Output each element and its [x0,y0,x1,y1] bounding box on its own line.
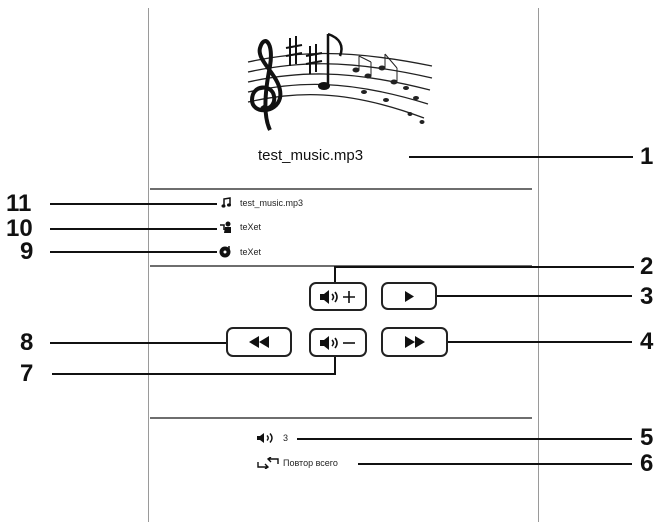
info-album: teXet [240,247,262,257]
callout-line-3 [437,295,632,297]
callout-7: 7 [20,360,34,387]
fast-forward-button[interactable] [381,327,448,357]
callout-line-6 [358,463,632,465]
volume-down-icon [320,335,355,350]
music-notes-artwork [247,32,433,131]
callout-line-4 [448,341,632,343]
volume-up-button[interactable] [309,282,367,311]
callout-line-1 [409,156,633,158]
repeat-mode: Повтор всего [283,458,338,468]
info-artist: teXet [240,222,262,232]
callout-line-7b [52,373,336,375]
volume-down-button[interactable] [309,328,367,357]
info-file-name: test_music.mp3 [240,198,304,208]
callout-line-8 [50,342,226,344]
album-disc-icon [219,246,231,258]
divider-bottom [150,417,532,419]
callout-line-2b [334,266,634,268]
track-title: test_music.mp3 [258,147,364,164]
callout-line-5 [297,438,632,440]
callout-3: 3 [640,283,654,310]
callout-line-2a [334,267,336,282]
volume-icon [257,433,273,443]
callout-11: 11 [6,190,32,217]
callout-line-9 [50,251,217,253]
divider-top [150,188,532,190]
callout-9: 9 [20,238,34,265]
rewind-button[interactable] [226,327,292,357]
volume-up-icon [320,289,355,304]
callout-8: 8 [20,329,34,356]
rewind-icon [249,336,269,348]
volume-level: 3 [283,433,289,443]
play-icon [405,290,414,302]
artist-icon [220,221,231,233]
callout-4: 4 [640,328,654,355]
callout-2: 2 [640,253,654,280]
callout-line-7a [334,357,336,374]
callout-6: 6 [640,450,654,477]
music-note-icon [221,197,231,208]
callout-10: 10 [6,215,33,242]
play-button[interactable] [381,282,437,310]
callout-5: 5 [640,424,654,451]
callout-line-11 [50,203,217,205]
callout-1: 1 [640,143,654,170]
fast-forward-icon [404,336,425,348]
callout-line-10 [50,228,217,230]
repeat-all-icon [257,457,279,469]
